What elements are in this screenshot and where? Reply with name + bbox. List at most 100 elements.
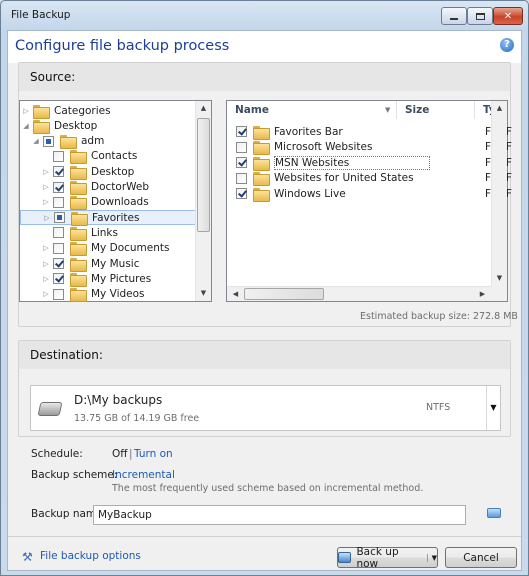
cancel-button[interactable]: Cancel bbox=[445, 547, 517, 568]
user-folder-icon bbox=[60, 135, 77, 150]
expand-icon[interactable]: ▷ bbox=[22, 107, 30, 115]
tree-item-label: Desktop bbox=[91, 165, 135, 178]
tree-item-label: DoctorWeb bbox=[91, 181, 150, 193]
tree-item[interactable]: ▷ Downloads bbox=[20, 195, 149, 211]
file-list[interactable]: Name▼ Size Typ Favorites BarFile FMicros… bbox=[226, 100, 512, 302]
file-list-vscroll[interactable]: ▲ ▼ bbox=[491, 101, 507, 301]
tree-item-label: Downloads bbox=[91, 196, 149, 209]
close-button[interactable]: ✕ bbox=[493, 7, 523, 25]
tree-item[interactable]: ▷ Categories bbox=[20, 103, 111, 119]
title-bar[interactable]: File Backup ✕ bbox=[1, 1, 528, 31]
file-name: MSN Websites bbox=[274, 155, 431, 170]
destination-path: D:\My backups bbox=[74, 393, 163, 407]
tree-checkbox[interactable] bbox=[53, 150, 64, 162]
folder-icon bbox=[253, 187, 270, 202]
hscroll-thumb[interactable] bbox=[244, 288, 324, 300]
source-label: Source: bbox=[30, 70, 76, 84]
tree-item[interactable]: ▷ DoctorWeb bbox=[20, 180, 149, 195]
expand-icon[interactable]: ▷ bbox=[42, 244, 50, 252]
tree-item[interactable]: Contacts bbox=[20, 149, 137, 165]
tree-checkbox[interactable] bbox=[53, 242, 64, 254]
tree-checkbox[interactable] bbox=[53, 273, 64, 285]
column-size[interactable]: Size bbox=[397, 101, 475, 119]
file-checkbox[interactable] bbox=[236, 126, 247, 137]
expand-icon[interactable]: ▷ bbox=[42, 290, 50, 298]
expand-icon[interactable]: ▷ bbox=[42, 260, 50, 268]
folder-icon bbox=[253, 141, 270, 155]
folder-icon bbox=[70, 165, 87, 180]
tree-scrollbar[interactable]: ▲ ▼ bbox=[195, 101, 211, 301]
cancel-label: Cancel bbox=[463, 551, 499, 564]
tree-checkbox[interactable] bbox=[53, 181, 64, 193]
expand-icon[interactable]: ▷ bbox=[42, 183, 50, 191]
file-row[interactable]: Microsoft WebsitesFile F bbox=[227, 140, 512, 155]
tree-item[interactable]: ▷ My Music bbox=[20, 256, 140, 272]
file-name: Microsoft Websites bbox=[274, 141, 373, 153]
tree-item-label: Categories bbox=[54, 104, 111, 117]
expand-icon[interactable]: ▷ bbox=[42, 168, 50, 176]
scroll-down-icon[interactable]: ▼ bbox=[492, 271, 507, 286]
backup-scheme-label: Backup scheme: bbox=[31, 469, 118, 481]
maximize-button[interactable] bbox=[467, 7, 493, 25]
file-checkbox[interactable] bbox=[236, 172, 247, 184]
tree-item[interactable]: ▷ My Videos bbox=[20, 287, 145, 303]
back-up-now-button[interactable]: Back up now ▼ bbox=[337, 546, 438, 570]
tree-item[interactable]: ▷ My Pictures bbox=[20, 271, 151, 287]
scroll-down-icon[interactable]: ▼ bbox=[196, 286, 211, 301]
tree-item[interactable]: ◢ adm bbox=[20, 134, 104, 150]
page-title: Configure file backup process bbox=[15, 38, 230, 54]
scroll-right-icon[interactable]: ▶ bbox=[475, 287, 490, 302]
tree-item[interactable]: Links bbox=[20, 225, 118, 241]
scroll-up-icon[interactable]: ▲ bbox=[196, 101, 211, 116]
tree-item-label: Favorites bbox=[92, 211, 140, 224]
comment-icon[interactable] bbox=[487, 508, 501, 518]
expand-icon[interactable]: ▷ bbox=[42, 198, 50, 206]
scroll-up-icon[interactable]: ▲ bbox=[492, 101, 507, 116]
tree-item[interactable]: ▷ Desktop bbox=[20, 164, 135, 180]
options-icon[interactable]: ⚒ bbox=[22, 550, 36, 564]
file-row[interactable]: Windows LiveFile F bbox=[227, 186, 512, 202]
tree-item[interactable]: ◢ Desktop bbox=[20, 118, 97, 134]
tree-item[interactable]: ▷ Favorites bbox=[20, 210, 196, 226]
minimize-icon bbox=[450, 18, 458, 20]
turn-on-link[interactable]: Turn on bbox=[134, 448, 173, 460]
tree-item-label: My Videos bbox=[91, 288, 145, 301]
estimated-size: Estimated backup size: 272.8 MB bbox=[360, 311, 518, 322]
split-dropdown-icon[interactable]: ▼ bbox=[426, 553, 437, 562]
incremental-link[interactable]: Incremental bbox=[112, 469, 175, 481]
tree-checkbox[interactable] bbox=[53, 166, 64, 178]
expand-icon[interactable]: ▷ bbox=[42, 275, 50, 283]
dropdown-icon[interactable]: ▼ bbox=[486, 386, 500, 430]
column-name[interactable]: Name ▼ bbox=[227, 101, 397, 119]
tree-checkbox[interactable] bbox=[43, 135, 54, 147]
file-row[interactable]: Websites for United StatesFile F bbox=[227, 171, 512, 186]
expand-icon[interactable]: ◢ bbox=[32, 137, 40, 145]
tree-checkbox[interactable] bbox=[53, 227, 64, 239]
minimize-button[interactable] bbox=[441, 7, 467, 25]
tree-checkbox[interactable] bbox=[54, 212, 65, 224]
file-list-hscroll[interactable]: ◀ ▶ bbox=[227, 286, 492, 301]
destination-section: Destination: D:\My backups 13.75 GB of 1… bbox=[18, 340, 511, 437]
expand-icon[interactable]: ◢ bbox=[22, 122, 30, 130]
column-size-label: Size bbox=[405, 104, 430, 116]
categories-icon bbox=[33, 104, 50, 119]
file-row[interactable]: MSN WebsitesFile F bbox=[227, 155, 512, 171]
source-tree[interactable]: ▷ Categories ◢ Desktop ◢ adm Contacts ▷ Desktop ▷… bbox=[19, 100, 212, 303]
file-checkbox[interactable] bbox=[236, 141, 247, 153]
folder-icon bbox=[70, 181, 87, 195]
file-row[interactable]: Favorites BarFile F bbox=[227, 124, 512, 140]
tree-checkbox[interactable] bbox=[53, 258, 64, 269]
backup-name-input[interactable]: MyBackup bbox=[93, 505, 466, 525]
file-checkbox[interactable] bbox=[236, 157, 247, 168]
tree-checkbox[interactable] bbox=[53, 196, 64, 208]
destination-selector[interactable]: D:\My backups 13.75 GB of 14.19 GB free … bbox=[30, 385, 501, 431]
help-icon[interactable]: ? bbox=[500, 38, 514, 52]
file-checkbox[interactable] bbox=[236, 188, 247, 199]
footer-divider bbox=[8, 536, 521, 537]
expand-icon[interactable]: ▷ bbox=[43, 214, 51, 222]
file-backup-options-link[interactable]: File backup options bbox=[40, 550, 141, 562]
tree-scroll-thumb[interactable] bbox=[197, 118, 210, 232]
scroll-left-icon[interactable]: ◀ bbox=[228, 287, 243, 302]
tree-item[interactable]: ▷ My Documents bbox=[20, 241, 169, 257]
tree-checkbox[interactable] bbox=[53, 288, 64, 300]
